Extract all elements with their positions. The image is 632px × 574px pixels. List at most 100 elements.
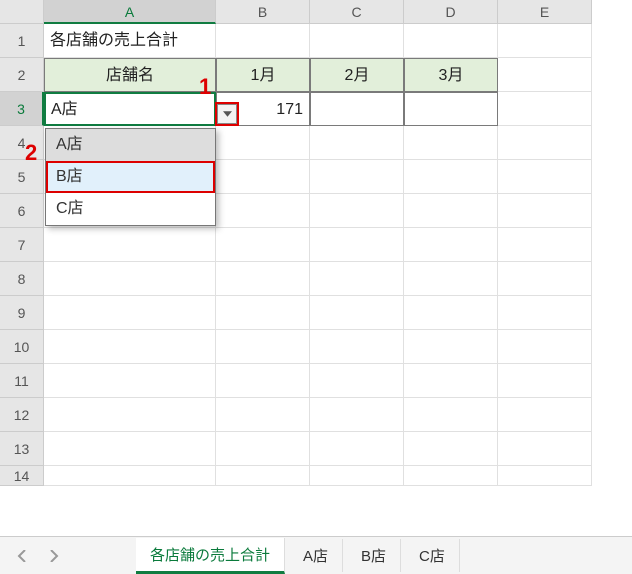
- cell-E4[interactable]: [498, 126, 592, 160]
- cell-E12[interactable]: [498, 398, 592, 432]
- sheet-tab-active[interactable]: 各店舗の売上合計: [136, 538, 285, 574]
- cell-C7[interactable]: [310, 228, 404, 262]
- cell-E1[interactable]: [498, 24, 592, 58]
- cell-E6[interactable]: [498, 194, 592, 228]
- cell-E2[interactable]: [498, 58, 592, 92]
- cell-D8[interactable]: [404, 262, 498, 296]
- cell-D12[interactable]: [404, 398, 498, 432]
- cell-C9[interactable]: [310, 296, 404, 330]
- cell-C1[interactable]: [310, 24, 404, 58]
- cell-B11[interactable]: [216, 364, 310, 398]
- cell-E13[interactable]: [498, 432, 592, 466]
- col-header-E[interactable]: E: [498, 0, 592, 24]
- row-header-4[interactable]: 4: [0, 126, 44, 160]
- cell-B4[interactable]: [216, 126, 310, 160]
- cell-D6[interactable]: [404, 194, 498, 228]
- row-12: 12: [0, 398, 632, 432]
- data-validation-dropdown-button[interactable]: [217, 104, 237, 124]
- cell-B10[interactable]: [216, 330, 310, 364]
- dropdown-item-0[interactable]: A店: [46, 129, 215, 161]
- cell-C12[interactable]: [310, 398, 404, 432]
- cell-C3[interactable]: [310, 92, 404, 126]
- cell-B8[interactable]: [216, 262, 310, 296]
- sheet-tab-1[interactable]: A店: [289, 539, 343, 572]
- cell-C13[interactable]: [310, 432, 404, 466]
- cell-A7[interactable]: [44, 228, 216, 262]
- col-header-B[interactable]: B: [216, 0, 310, 24]
- dropdown-item-1[interactable]: B店: [46, 161, 215, 193]
- cell-C11[interactable]: [310, 364, 404, 398]
- row-header-12[interactable]: 12: [0, 398, 44, 432]
- cell-E9[interactable]: [498, 296, 592, 330]
- row-header-7[interactable]: 7: [0, 228, 44, 262]
- cell-D10[interactable]: [404, 330, 498, 364]
- cell-C8[interactable]: [310, 262, 404, 296]
- row-header-3[interactable]: 3: [0, 92, 44, 126]
- row-9: 9: [0, 296, 632, 330]
- sheet-nav-prev[interactable]: [8, 542, 36, 570]
- cell-B9[interactable]: [216, 296, 310, 330]
- cell-C5[interactable]: [310, 160, 404, 194]
- row-header-8[interactable]: 8: [0, 262, 44, 296]
- cell-E3[interactable]: [498, 92, 592, 126]
- cell-C2-header-m2[interactable]: 2月: [310, 58, 404, 92]
- cell-C10[interactable]: [310, 330, 404, 364]
- dropdown-item-2[interactable]: C店: [46, 193, 215, 225]
- cell-D3[interactable]: [404, 92, 498, 126]
- cell-A14[interactable]: [44, 466, 216, 486]
- col-header-C[interactable]: C: [310, 0, 404, 24]
- row-header-2[interactable]: 2: [0, 58, 44, 92]
- cell-A1[interactable]: 各店舗の売上合計: [44, 24, 216, 58]
- cell-B12[interactable]: [216, 398, 310, 432]
- cell-E14[interactable]: [498, 466, 592, 486]
- cell-E5[interactable]: [498, 160, 592, 194]
- cell-A13[interactable]: [44, 432, 216, 466]
- row-header-9[interactable]: 9: [0, 296, 44, 330]
- cell-D1[interactable]: [404, 24, 498, 58]
- sheet-tab-3[interactable]: C店: [405, 539, 460, 572]
- col-header-A[interactable]: A: [44, 0, 216, 24]
- cell-D14[interactable]: [404, 466, 498, 486]
- cell-A11[interactable]: [44, 364, 216, 398]
- sheet-nav-next[interactable]: [40, 542, 68, 570]
- cell-B14[interactable]: [216, 466, 310, 486]
- cell-B13[interactable]: [216, 432, 310, 466]
- cell-E8[interactable]: [498, 262, 592, 296]
- cell-A9[interactable]: [44, 296, 216, 330]
- row-header-6[interactable]: 6: [0, 194, 44, 228]
- cell-E10[interactable]: [498, 330, 592, 364]
- cell-D5[interactable]: [404, 160, 498, 194]
- cell-C4[interactable]: [310, 126, 404, 160]
- cell-A3-store-select[interactable]: A店: [44, 92, 216, 126]
- row-header-1[interactable]: 1: [0, 24, 44, 58]
- cell-D13[interactable]: [404, 432, 498, 466]
- cell-B2-header-m1[interactable]: 1月: [216, 58, 310, 92]
- cell-D9[interactable]: [404, 296, 498, 330]
- cell-D4[interactable]: [404, 126, 498, 160]
- cell-B7[interactable]: [216, 228, 310, 262]
- cell-B5[interactable]: [216, 160, 310, 194]
- select-all-corner[interactable]: [0, 0, 44, 24]
- cell-D7[interactable]: [404, 228, 498, 262]
- col-header-D[interactable]: D: [404, 0, 498, 24]
- row-header-11[interactable]: 11: [0, 364, 44, 398]
- row-header-14[interactable]: 14: [0, 466, 44, 486]
- cell-C6[interactable]: [310, 194, 404, 228]
- cell-A8[interactable]: [44, 262, 216, 296]
- row-header-13[interactable]: 13: [0, 432, 44, 466]
- data-validation-dropdown-list[interactable]: A店 B店 C店: [45, 128, 216, 226]
- cell-A10[interactable]: [44, 330, 216, 364]
- row-10: 10: [0, 330, 632, 364]
- cell-E11[interactable]: [498, 364, 592, 398]
- cell-B6[interactable]: [216, 194, 310, 228]
- row-header-10[interactable]: 10: [0, 330, 44, 364]
- cell-D11[interactable]: [404, 364, 498, 398]
- cell-B1[interactable]: [216, 24, 310, 58]
- sheet-tab-2[interactable]: B店: [347, 539, 401, 572]
- cell-C14[interactable]: [310, 466, 404, 486]
- cell-D2-header-m3[interactable]: 3月: [404, 58, 498, 92]
- row-header-5[interactable]: 5: [0, 160, 44, 194]
- cell-E7[interactable]: [498, 228, 592, 262]
- cell-A2-header-store[interactable]: 店舗名: [44, 58, 216, 92]
- cell-A12[interactable]: [44, 398, 216, 432]
